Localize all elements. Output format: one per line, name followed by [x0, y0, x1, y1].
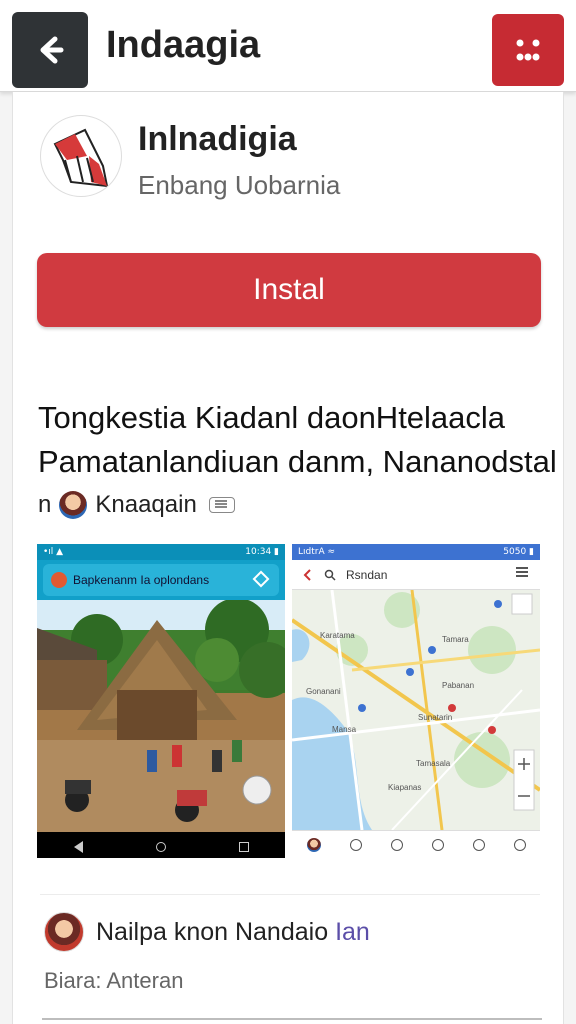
directions-icon	[252, 570, 270, 588]
review-subtitle: Biara: Anteran	[44, 968, 184, 993]
app-developer[interactable]: Enbang Uobarnia	[138, 170, 340, 201]
map-label: Kiapanas	[388, 783, 421, 792]
bottom-divider	[42, 1018, 542, 1020]
map-label: Karatama	[320, 631, 355, 640]
app-logo	[40, 115, 122, 197]
info-icon	[472, 838, 485, 851]
map-view: Karatama Tamara Pabanan Gonanani Sunatarin Ma…	[292, 589, 540, 831]
menu-icon	[516, 571, 528, 573]
status-bar: •ıl ▲ 10:34 ▮	[37, 544, 285, 560]
profile-avatar	[306, 837, 321, 852]
description-title: Tongkestia Kiadanl daonHtelaacla	[38, 400, 506, 435]
nav-back-icon	[73, 841, 83, 853]
status-right: 10:34 ▮	[245, 547, 279, 557]
top-app-bar: Indaagia	[0, 0, 576, 92]
menu-button[interactable]	[492, 14, 564, 86]
map-label: Sunatarin	[418, 713, 452, 722]
location-pin-icon	[513, 838, 526, 851]
app-name: Inlnadigia	[138, 120, 297, 158]
author-row[interactable]: n Knaaqain	[38, 488, 235, 522]
reviewer-avatar	[44, 912, 84, 952]
map-label: Tamara	[442, 635, 469, 644]
back-button[interactable]	[12, 12, 88, 88]
author-name: Knaaqain	[95, 491, 197, 518]
map-illustration: Karatama Tamara Pabanan Gonanani Sunatarin Ma…	[292, 589, 540, 831]
dots-grid-icon	[516, 39, 540, 61]
search-bar: Bapkenanm Ia oplondans	[43, 564, 279, 596]
settings-icon	[431, 838, 444, 851]
status-bar: LıdtrA ≈ 5050 ▮	[292, 544, 540, 560]
reviewer-name-line: Nailpa knon Nandaio Ian	[96, 918, 370, 947]
village-photo	[37, 598, 285, 832]
location-icon	[51, 572, 67, 588]
message-badge-icon	[208, 497, 235, 513]
red-flag-logo	[53, 128, 109, 188]
install-button[interactable]: Instal	[37, 253, 541, 327]
page-title: Indaagia	[106, 24, 261, 66]
nav-icon	[349, 838, 362, 851]
author-prefix: n	[38, 491, 52, 518]
arrow-left-icon	[40, 36, 64, 64]
map-label: Mansa	[332, 725, 357, 734]
map-label: Gonanani	[306, 687, 341, 696]
author-avatar	[59, 491, 88, 519]
status-right: 5050 ▮	[503, 547, 534, 557]
map-label: Pabanan	[442, 681, 474, 690]
status-left: •ıl ▲	[43, 547, 64, 557]
map-bottom-bar	[292, 830, 540, 858]
back-icon	[303, 568, 311, 581]
search-text: Bapkenanm Ia oplondans	[73, 573, 210, 587]
map-search-text: Rsndan	[346, 567, 388, 582]
reviewer-name: Nailpa knon Nandaio	[96, 918, 329, 946]
search-tab-icon	[390, 838, 403, 851]
nav-home-icon	[155, 842, 166, 852]
map-label: Tamasala	[416, 759, 451, 768]
screenshot-thumbnail-1[interactable]: •ıl ▲ 10:34 ▮ Bapkenanm Ia oplondans	[37, 544, 285, 858]
village-illustration	[37, 598, 285, 832]
android-nav-bar	[37, 836, 285, 858]
nav-recents-icon	[238, 842, 249, 852]
status-left: LıdtrA ≈	[298, 547, 336, 557]
divider	[40, 894, 540, 895]
screenshot-thumbnail-2[interactable]: LıdtrA ≈ 5050 ▮ Rsndan Karatama Tamara P…	[292, 544, 540, 858]
map-search-bar: Rsndan	[292, 560, 540, 590]
search-icon	[324, 569, 336, 581]
description-subtitle: Pamatanlandiuan danm, Nananodstal	[38, 444, 557, 479]
reviewer-tag: Ian	[335, 918, 370, 946]
